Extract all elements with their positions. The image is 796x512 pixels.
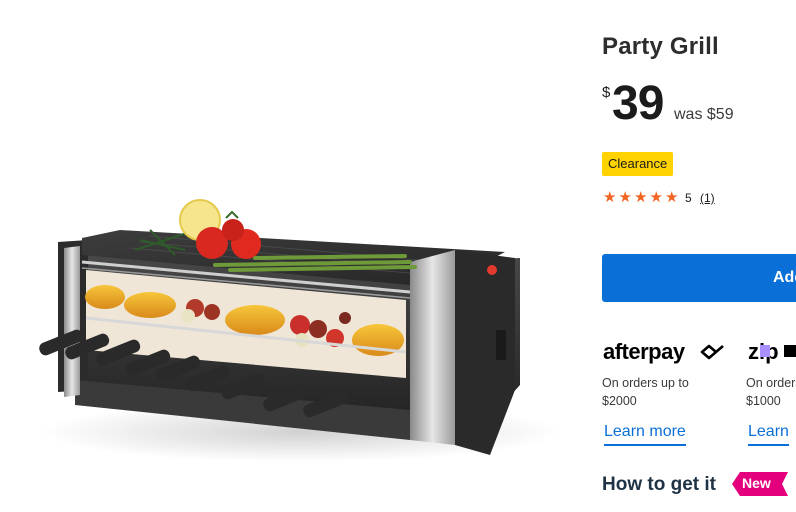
zip-terms: On orders $1000	[746, 374, 796, 410]
afterpay-terms-line2: $2000	[602, 394, 637, 408]
star-icon: ★	[618, 189, 632, 206]
zip-block: zip On orders $1000 Learn	[746, 338, 796, 448]
new-badge-label: New	[742, 475, 771, 491]
rating-stars: ★ ★ ★ ★ ★	[602, 189, 680, 207]
afterpay-learn-more-link[interactable]: Learn more	[604, 423, 686, 446]
star-icon: ★	[665, 189, 679, 206]
afterpay-terms-line1: On orders up to	[602, 376, 689, 390]
zip-terms-line1: On orders	[746, 376, 796, 390]
new-badge: New	[732, 472, 788, 496]
add-to-cart-button[interactable]: Add	[602, 254, 796, 302]
afterpay-logo: afterpay	[603, 339, 724, 364]
afterpay-block: afterpay On orders up to $2000 Learn mor…	[602, 338, 742, 448]
how-to-get-it-heading: How to get it	[602, 474, 716, 495]
star-icon: ★	[634, 189, 648, 206]
afterpay-terms: On orders up to $2000	[602, 374, 689, 410]
star-icon: ★	[649, 189, 663, 206]
product-image[interactable]	[0, 0, 580, 512]
afterpay-logo-text: afterpay	[603, 339, 686, 364]
was-price: was $59	[674, 106, 734, 123]
zip-logo: zip	[748, 339, 796, 364]
zip-terms-line2: $1000	[746, 394, 781, 408]
price-currency: $	[602, 84, 611, 101]
rating-count-link[interactable]: (1)	[700, 191, 715, 205]
price-value: 39	[612, 77, 664, 130]
product-title: Party Grill	[602, 33, 719, 60]
party-grill-image	[39, 199, 560, 462]
star-icon: ★	[603, 189, 617, 206]
clearance-badge: Clearance	[602, 152, 674, 176]
rating-value: 5	[685, 191, 692, 205]
product-info-panel: Party Grill $ 39 was $59 Clearance ★ ★ ★ ★ ★…	[602, 0, 796, 512]
zip-learn-more-link[interactable]: Learn	[748, 423, 789, 446]
